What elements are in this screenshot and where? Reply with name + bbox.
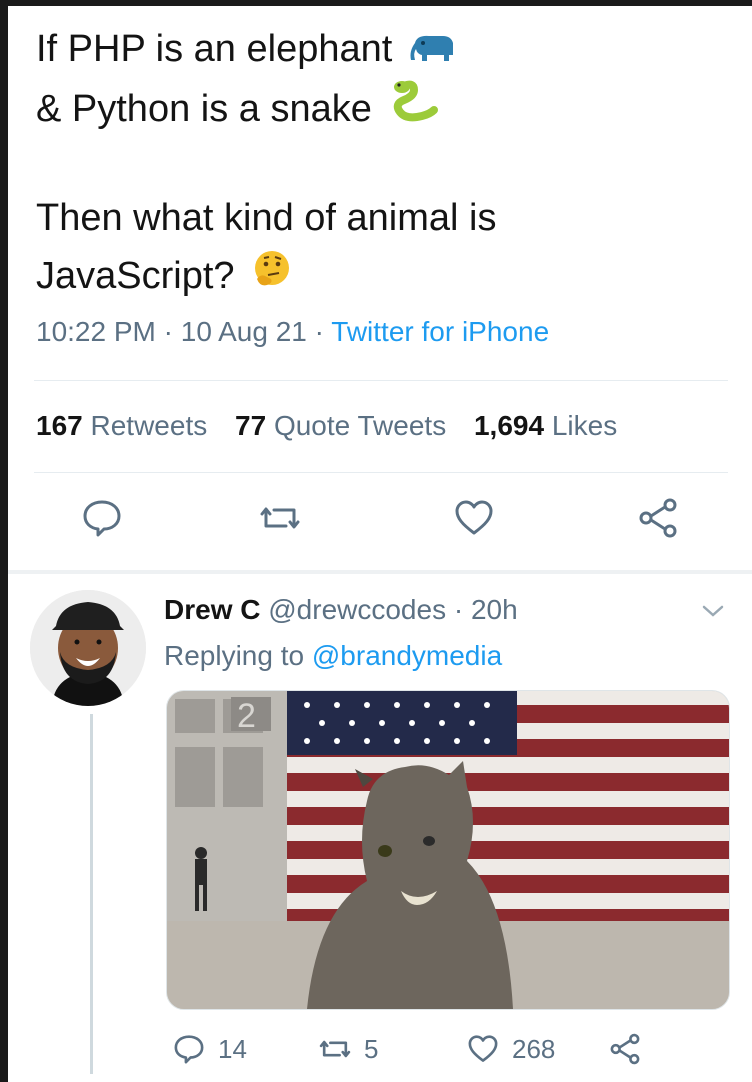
- reply-age: 20h: [470, 594, 518, 625]
- likes-stat[interactable]: 1,694 Likes: [474, 410, 617, 441]
- replying-to: Replying to @brandymedia: [164, 640, 502, 672]
- reply-like-count: 268: [512, 1033, 556, 1064]
- reply-like-button[interactable]: 268: [466, 1032, 555, 1066]
- retweet-icon: [319, 1040, 351, 1058]
- reply-retweet-count: 5: [364, 1033, 379, 1064]
- reply-retweet-button[interactable]: 5: [318, 1032, 378, 1066]
- tweet-action-bar: [8, 496, 752, 556]
- reply-action-bar: 14 5 268: [8, 1032, 752, 1076]
- tweet-meta: 10:22 PM · 10 Aug 21 · Twitter for iPhon…: [36, 316, 549, 348]
- quote-tweets-count: 77: [235, 410, 267, 441]
- tweet-line-2: & Python is a snake: [36, 87, 372, 130]
- thinking-face-emoji-icon: [251, 249, 293, 308]
- reply-reply-count: 14: [218, 1033, 247, 1064]
- quote-tweets-stat[interactable]: 77 Quote Tweets: [235, 410, 454, 441]
- tweet-source-link[interactable]: Twitter for iPhone: [331, 316, 549, 347]
- retweet-icon[interactable]: [258, 496, 302, 545]
- likes-count: 1,694: [473, 410, 545, 441]
- snake-emoji-icon: [388, 80, 439, 141]
- reply-media-image[interactable]: 2: [166, 690, 730, 1010]
- retweets-label: Retweets: [90, 410, 208, 441]
- tweet-text: If PHP is an elephant & Python is a snak…: [36, 20, 726, 308]
- reply-reply-button[interactable]: 14: [172, 1032, 247, 1066]
- tweet-line-4: JavaScript?: [36, 255, 235, 298]
- media-sign-number: 2: [237, 697, 256, 735]
- replying-to-mention[interactable]: @brandymedia: [312, 640, 502, 671]
- reply-author-handle[interactable]: @drewccodes: [268, 594, 446, 625]
- divider: [34, 380, 728, 381]
- thread-connector-line: [90, 714, 93, 1074]
- share-icon: [610, 1033, 640, 1065]
- retweets-count: 167: [36, 410, 83, 441]
- retweets-stat[interactable]: 167 Retweets: [36, 410, 215, 441]
- chevron-down-icon[interactable]: [698, 596, 728, 631]
- tweet-time: 10:22 PM: [36, 316, 156, 347]
- reply-author-name[interactable]: Drew C: [164, 594, 260, 625]
- meta-separator: ·: [314, 316, 324, 347]
- reply-share-button[interactable]: [608, 1032, 642, 1066]
- reply-header: Drew C @drewccodes · 20h: [164, 594, 518, 626]
- like-icon[interactable]: [452, 496, 496, 545]
- tweet-line-1: If PHP is an elephant: [36, 28, 393, 70]
- tweet-line-3: Then what kind of animal is: [36, 197, 497, 240]
- section-separator: [8, 570, 752, 574]
- likes-label: Likes: [551, 410, 618, 441]
- meta-separator: ·: [453, 594, 464, 625]
- tweet-stats: 167 Retweets 77 Quote Tweets 1,694 Likes: [36, 410, 637, 442]
- tweet-detail-view: If PHP is an elephant & Python is a snak…: [8, 6, 752, 1082]
- elephant-emoji-icon: [409, 22, 455, 80]
- like-icon: [468, 1035, 498, 1062]
- reply-icon[interactable]: [80, 496, 124, 545]
- replying-to-label: Replying to: [164, 640, 305, 671]
- avatar[interactable]: [30, 590, 146, 706]
- reply-icon: [174, 1035, 204, 1064]
- meta-separator: ·: [163, 316, 173, 347]
- quote-tweets-label: Quote Tweets: [273, 410, 447, 441]
- divider: [34, 472, 728, 473]
- share-icon[interactable]: [636, 496, 680, 545]
- tweet-date: 10 Aug 21: [180, 316, 307, 347]
